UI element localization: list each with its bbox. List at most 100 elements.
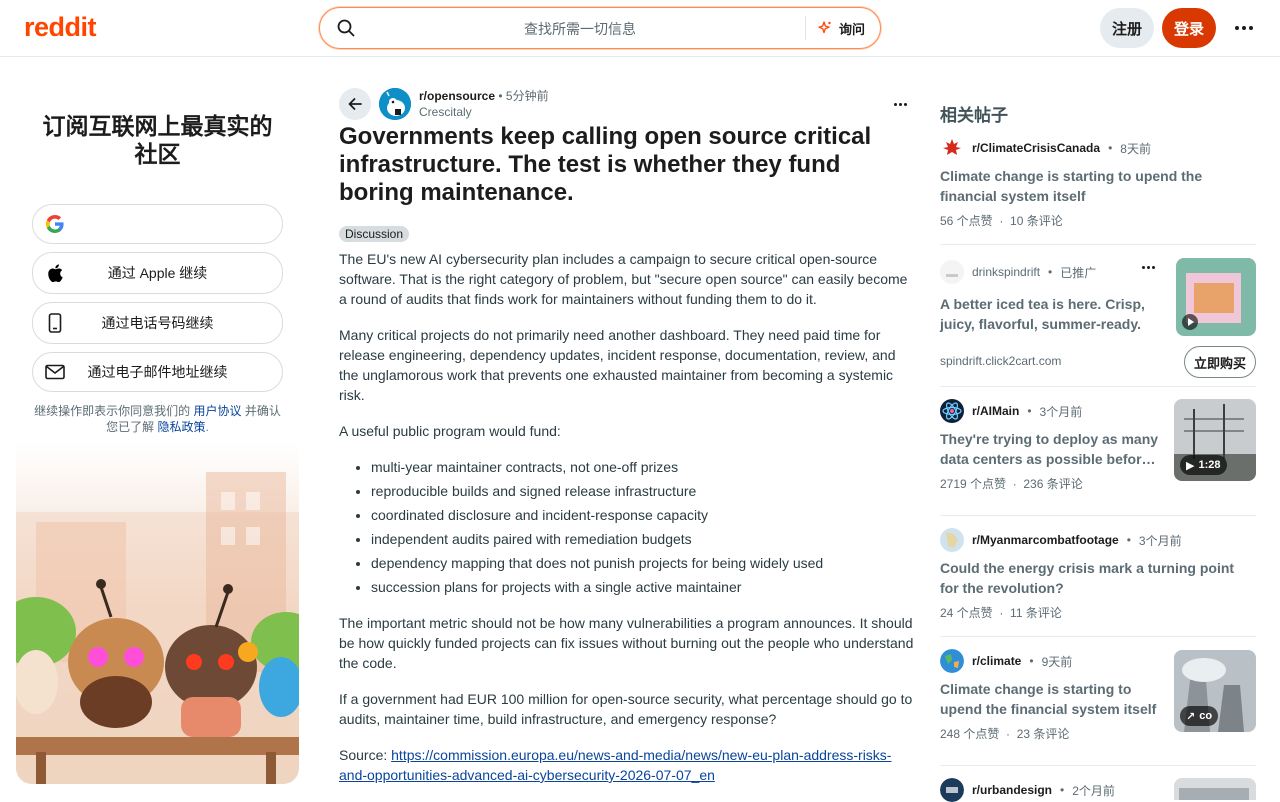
advertiser-name[interactable]: drinkspindrift xyxy=(972,265,1040,279)
external-link-badge: ↗ co xyxy=(1180,706,1219,726)
ask-button[interactable]: 询问 xyxy=(817,18,865,38)
post-paragraph: The EU's new AI cybersecurity plan inclu… xyxy=(339,251,908,307)
vote-count: 2719 个点赞 xyxy=(940,477,1007,491)
post-list: multi-year maintainer contracts, not one… xyxy=(371,457,917,597)
ask-label: 询问 xyxy=(839,21,866,37)
google-icon xyxy=(45,214,65,234)
phone-icon xyxy=(45,313,65,333)
related-post[interactable]: r/climate • 9天前 Climate change is starti… xyxy=(940,649,1256,749)
related-subreddit[interactable]: r/climate xyxy=(972,654,1021,668)
external-link-icon: ↗ xyxy=(1186,710,1196,723)
comment-count: 23 条评论 xyxy=(1016,727,1070,741)
vote-count: 24 个点赞 xyxy=(940,606,993,620)
email-signin-label: 通过电子邮件地址继续 xyxy=(87,364,228,380)
phone-signin-button[interactable]: 通过电话号码继续 xyxy=(32,302,283,344)
back-button[interactable] xyxy=(339,88,371,120)
related-time: 3个月前 xyxy=(1039,404,1083,419)
divider xyxy=(940,765,1256,766)
source-label: Source: xyxy=(339,747,388,763)
related-title[interactable]: Climate change is starting to upend the … xyxy=(940,166,1256,206)
vote-count: 56 个点赞 xyxy=(940,214,993,228)
comment-count: 11 条评论 xyxy=(1010,606,1062,620)
list-item: reproducible builds and signed release i… xyxy=(371,481,917,501)
video-duration-badge: ▶ 1:28 xyxy=(1180,455,1227,475)
more-options-icon[interactable] xyxy=(1228,14,1260,42)
post-title: Governments keep calling open source cri… xyxy=(339,123,872,206)
list-item: multi-year maintainer contracts, not one… xyxy=(371,457,917,477)
buy-now-button[interactable]: 立即购买 xyxy=(1183,346,1256,378)
promoted-post[interactable]: drinkspindrift • 已推广 A better iced tea i… xyxy=(940,258,1256,378)
post-flair[interactable]: Discussion xyxy=(339,226,410,242)
comment-count: 236 条评论 xyxy=(1023,477,1083,491)
apple-signin-button[interactable]: 通过 Apple 继续 xyxy=(32,252,283,294)
signup-title: 订阅互联网上最真实的社区 xyxy=(42,113,273,167)
related-title[interactable]: Climate change is starting to upend the … xyxy=(940,679,1162,719)
email-signin-button[interactable]: 通过电子邮件地址继续 xyxy=(32,352,283,392)
divider xyxy=(940,386,1256,387)
signup-button[interactable]: 注册 xyxy=(1100,8,1154,48)
related-post[interactable]: r/AIMain • 3个月前 They're trying to deploy… xyxy=(940,399,1256,499)
video-thumbnail[interactable]: ▶ 1:28 xyxy=(1174,399,1256,481)
google-signin-button[interactable] xyxy=(32,204,283,244)
related-posts-heading: 相关帖子 xyxy=(940,106,1008,125)
related-time: 8天前 xyxy=(1120,141,1151,156)
list-item: independent audits paired with remediati… xyxy=(371,529,917,549)
post-paragraph: The important metric should not be how m… xyxy=(339,615,914,671)
mail-icon xyxy=(45,362,65,382)
play-icon: ▶ xyxy=(1186,459,1195,472)
related-post[interactable]: r/urbandesign • 2个月前 xyxy=(940,778,1256,802)
ad-options-icon[interactable] xyxy=(1142,266,1155,269)
privacy-policy-link[interactable]: 隐私政策 xyxy=(158,420,206,434)
comment-count: 10 条评论 xyxy=(1010,214,1063,228)
post-thumbnail[interactable] xyxy=(1174,778,1256,800)
post-author[interactable]: Crescitaly xyxy=(419,104,549,120)
ad-domain[interactable]: spindrift.click2cart.com xyxy=(940,354,1061,368)
post-paragraph: If a government had EUR 100 million for … xyxy=(339,691,913,727)
related-subreddit[interactable]: r/AIMain xyxy=(972,404,1019,418)
atom-icon xyxy=(940,399,964,423)
reddit-logo[interactable]: reddit xyxy=(24,12,97,43)
search-input[interactable]: 查找所需一切信息 xyxy=(320,19,800,39)
related-stats: 24 个点赞 · 11 条评论 xyxy=(940,606,1062,620)
urbandesign-avatar xyxy=(940,778,964,802)
source-link[interactable]: https://commission.europa.eu/news-and-me… xyxy=(339,747,891,783)
related-subreddit[interactable]: r/urbandesign xyxy=(972,783,1052,797)
related-time: 9天前 xyxy=(1041,654,1073,669)
post-paragraph: Many critical projects do not primarily … xyxy=(339,327,896,403)
login-button[interactable]: 登录 xyxy=(1162,8,1216,48)
related-title[interactable]: Could the energy crisis mark a turning p… xyxy=(940,558,1256,598)
related-post[interactable]: r/Myanmarcombatfootage • 3个月前 Could the … xyxy=(940,528,1256,621)
related-time: 2个月前 xyxy=(1072,783,1115,798)
post-paragraph: A useful public program would fund: xyxy=(339,423,561,439)
legal-notice: 继续操作即表示你同意我们的 用户协议 并确认您已了解 隐私政策. xyxy=(32,403,283,435)
top-header: reddit 查找所需一切信息 询问 注册 登录 xyxy=(0,0,1280,57)
link-domain-short: co xyxy=(1199,710,1213,722)
map-avatar-icon xyxy=(940,528,964,552)
related-title[interactable]: They're trying to deploy as many data ce… xyxy=(940,429,1162,469)
legal-text: . xyxy=(205,420,209,434)
link-thumbnail[interactable]: ↗ co xyxy=(1174,650,1256,732)
globe-icon xyxy=(940,649,964,673)
ad-thumbnail[interactable] xyxy=(1176,258,1256,336)
sparkle-icon xyxy=(818,21,831,34)
post-body: The EU's new AI cybersecurity plan inclu… xyxy=(339,249,917,801)
divider xyxy=(940,636,1256,637)
related-post[interactable]: r/ClimateCrisisCanada • 8天前 Climate chan… xyxy=(940,136,1256,229)
ad-title[interactable]: A better iced tea is here. Crisp, juicy,… xyxy=(940,294,1160,334)
apple-icon xyxy=(45,263,65,283)
post-options-icon[interactable] xyxy=(890,96,910,112)
divider xyxy=(940,244,1256,245)
search-bar[interactable]: 查找所需一切信息 询问 xyxy=(319,7,881,49)
list-item: coordinated disclosure and incident-resp… xyxy=(371,505,917,525)
related-subreddit[interactable]: r/Myanmarcombatfootage xyxy=(972,533,1119,547)
list-item: dependency mapping that does not punish … xyxy=(371,553,917,573)
related-subreddit[interactable]: r/ClimateCrisisCanada xyxy=(972,141,1100,155)
list-item: succession plans for projects with a sin… xyxy=(371,577,917,597)
divider xyxy=(940,515,1256,516)
phone-signin-label: 通过电话号码继续 xyxy=(101,315,214,331)
subreddit-avatar[interactable] xyxy=(379,88,411,120)
post-source: Source: https://commission.europa.eu/new… xyxy=(339,745,917,785)
subreddit-link[interactable]: r/opensource xyxy=(419,89,495,103)
related-time: 3个月前 xyxy=(1138,533,1182,548)
user-agreement-link[interactable]: 用户协议 xyxy=(193,404,241,418)
